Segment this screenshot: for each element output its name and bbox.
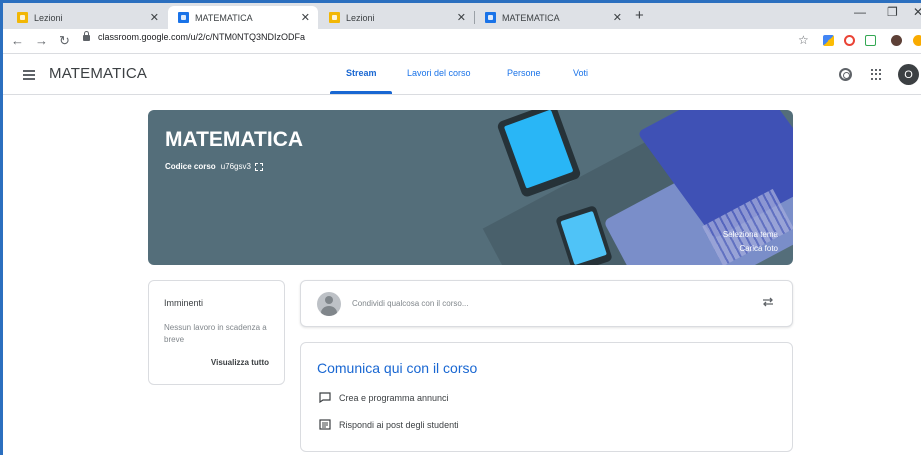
- classroom-favicon-icon: [17, 12, 28, 23]
- extension-icon[interactable]: [865, 35, 876, 46]
- upcoming-card: Imminenti Nessun lavoro in scadenza a br…: [148, 280, 285, 385]
- tab-people[interactable]: Persone: [507, 68, 541, 78]
- announce-title: Comunica qui con il corso: [317, 360, 478, 376]
- classroom-favicon-icon: [329, 12, 340, 23]
- user-avatar: [317, 292, 341, 316]
- extension-icon[interactable]: [823, 35, 834, 46]
- tab-classwork[interactable]: Lavori del corso: [407, 68, 471, 78]
- announce-item-label: Rispondi ai post degli studenti: [339, 419, 459, 430]
- announce-item-create: Crea e programma annunci: [319, 392, 449, 403]
- classroom-favicon-icon: [178, 12, 189, 23]
- view-all-link[interactable]: Visualizza tutto: [211, 358, 269, 367]
- update-icon[interactable]: [913, 35, 921, 46]
- course-code: Codice corso u76gsv3: [165, 162, 263, 171]
- course-title: MATEMATICA: [165, 128, 304, 151]
- lock-icon: [83, 31, 90, 41]
- browser-tab-label: MATEMATICA: [195, 12, 253, 23]
- browser-tab-4[interactable]: MATEMATICA ✕: [475, 6, 630, 29]
- classroom-favicon-icon: [485, 12, 496, 23]
- upcoming-title: Imminenti: [164, 298, 204, 308]
- browser-tab-2[interactable]: MATEMATICA ✕: [168, 6, 318, 29]
- close-window-icon[interactable]: ✕: [913, 5, 921, 19]
- course-code-label: Codice corso: [165, 162, 216, 171]
- browser-tab-3[interactable]: Lezioni ✕: [319, 6, 475, 29]
- close-icon[interactable]: ✕: [150, 11, 159, 24]
- close-icon[interactable]: ✕: [457, 11, 466, 24]
- bookmark-star-icon[interactable]: ☆: [798, 33, 809, 47]
- announce-item-label: Crea e programma annunci: [339, 392, 449, 403]
- tab-stream[interactable]: Stream: [346, 68, 377, 78]
- browser-toolbar: ← → ↻ classroom.google.com/u/2/c/NTM0NTQ…: [3, 29, 921, 54]
- share-placeholder[interactable]: Condividi qualcosa con il corso...: [352, 299, 469, 308]
- new-tab-button[interactable]: +: [635, 7, 644, 24]
- repost-icon[interactable]: [761, 295, 775, 309]
- extension-icon[interactable]: [844, 35, 855, 46]
- browser-tab-label: Lezioni: [34, 12, 63, 23]
- course-code-value: u76gsv3: [220, 162, 251, 171]
- forward-icon[interactable]: →: [35, 33, 48, 48]
- back-icon[interactable]: ←: [11, 33, 24, 48]
- apps-grid-icon[interactable]: [871, 69, 882, 80]
- profile-icon[interactable]: [891, 35, 902, 46]
- restore-icon[interactable]: ❐: [887, 5, 898, 19]
- select-theme-link[interactable]: Seleziona tema: [723, 230, 778, 239]
- upload-photo-link[interactable]: Carica foto: [739, 244, 778, 253]
- comment-icon: [319, 419, 331, 430]
- gear-icon[interactable]: [839, 68, 852, 81]
- share-box[interactable]: Condividi qualcosa con il corso...: [300, 280, 793, 327]
- minimize-icon[interactable]: —: [854, 5, 866, 19]
- close-icon[interactable]: ✕: [301, 11, 310, 24]
- browser-tab-1[interactable]: Lezioni ✕: [7, 6, 167, 29]
- announce-item-reply: Rispondi ai post degli studenti: [319, 419, 459, 430]
- page-title[interactable]: MATEMATICA: [49, 65, 147, 82]
- announce-card: Comunica qui con il corso Crea e program…: [300, 342, 793, 452]
- active-tab-indicator: [330, 91, 392, 94]
- avatar[interactable]: O: [898, 64, 919, 85]
- close-icon[interactable]: ✕: [613, 11, 622, 24]
- upcoming-empty-text: Nessun lavoro in scadenza a breve: [164, 323, 267, 344]
- browser-window: Lezioni ✕ MATEMATICA ✕ Lezioni ✕ MATEMAT…: [0, 0, 921, 455]
- tab-strip: Lezioni ✕ MATEMATICA ✕ Lezioni ✕ MATEMAT…: [3, 3, 921, 29]
- course-banner: MATEMATICA Codice corso u76gsv3 Selezion…: [148, 110, 793, 265]
- menu-icon[interactable]: [23, 70, 35, 80]
- app-header: MATEMATICA Stream Lavori del corso Perso…: [3, 55, 921, 95]
- reload-icon[interactable]: ↻: [59, 33, 70, 49]
- announcement-icon: [319, 392, 331, 403]
- address-bar[interactable]: classroom.google.com/u/2/c/NTM0NTQ3NDIzO…: [83, 31, 306, 42]
- browser-tab-label: MATEMATICA: [502, 12, 560, 23]
- browser-tab-label: Lezioni: [346, 12, 375, 23]
- tab-grades[interactable]: Voti: [573, 68, 588, 78]
- fullscreen-icon[interactable]: [254, 162, 263, 171]
- url-text: classroom.google.com/u/2/c/NTM0NTQ3NDIzO…: [98, 32, 306, 42]
